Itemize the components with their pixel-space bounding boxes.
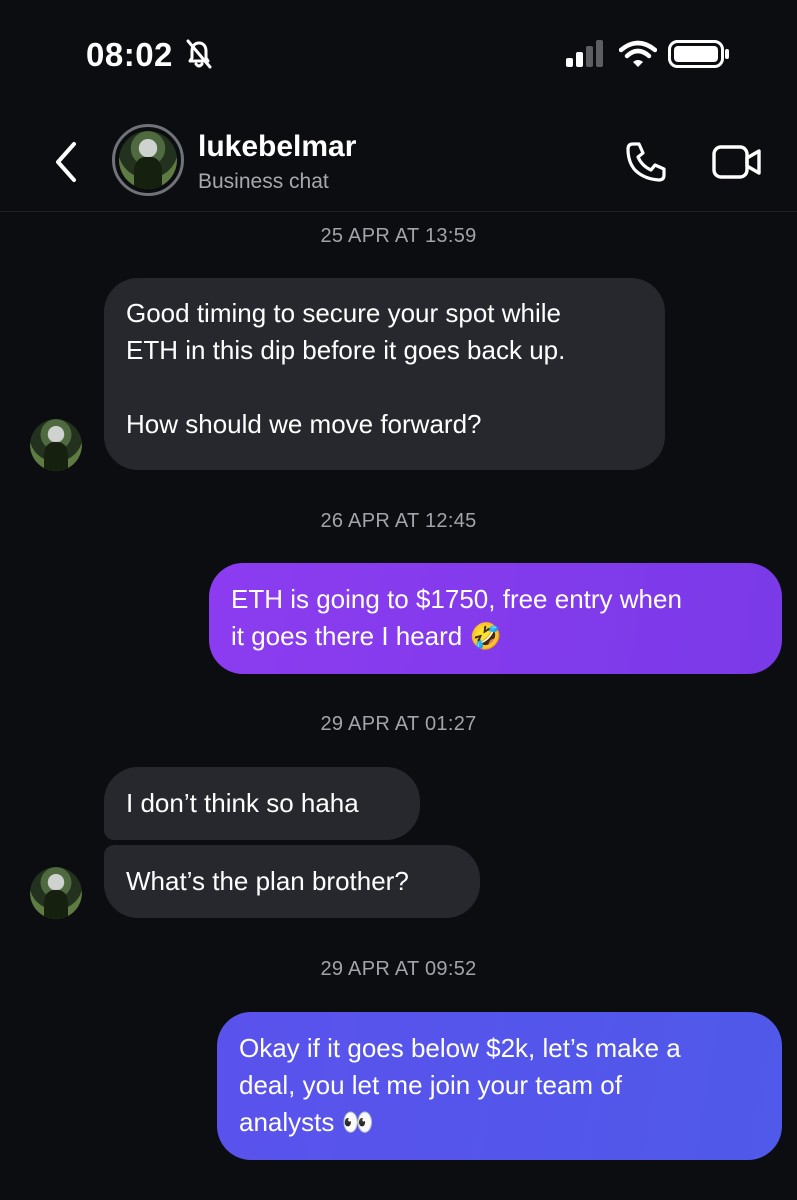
message-line: Okay if it goes below $2k, let’s make a xyxy=(239,1033,681,1063)
message-line: analysts 👀 xyxy=(239,1107,374,1138)
status-time: 08:02 xyxy=(86,36,173,73)
phone-icon[interactable] xyxy=(624,140,668,184)
timestamp: 25 APR AT 13:59 xyxy=(320,225,477,247)
rolling-laughing-emoji: 🤣 xyxy=(469,622,502,652)
chat-screen: 08:02 lukebelmar Business chat 25 APR AT… xyxy=(0,0,797,1200)
message-bubble-incoming[interactable]: What’s the plan brother? xyxy=(104,845,480,918)
battery-icon xyxy=(668,40,729,68)
cellular-signal-icon xyxy=(566,40,603,67)
message-line: What’s the plan brother? xyxy=(126,866,409,896)
message-bubble-outgoing[interactable]: ETH is going to $1750, free entry when i… xyxy=(209,563,782,674)
message-line: it goes there I heard 🤣 xyxy=(231,621,502,652)
contact-username[interactable]: lukebelmar xyxy=(198,130,356,164)
video-camera-icon[interactable] xyxy=(712,142,762,182)
message-bubble-outgoing[interactable]: Okay if it goes below $2k, let’s make a … xyxy=(217,1012,782,1160)
message-line: deal, you let me join your team of xyxy=(239,1070,622,1100)
timestamp: 26 APR AT 12:45 xyxy=(320,510,477,532)
profile-photo xyxy=(30,419,82,471)
chat-type-label: Business chat xyxy=(198,170,329,193)
message-line: How should we move forward? xyxy=(126,409,482,439)
wifi-icon xyxy=(619,40,657,67)
message-line: ETH in this dip before it goes back up. xyxy=(126,335,566,365)
message-line: I don’t think so haha xyxy=(126,788,359,818)
chat-header: lukebelmar Business chat xyxy=(0,112,797,212)
eyes-emoji: 👀 xyxy=(341,1108,374,1138)
avatar[interactable] xyxy=(30,419,82,471)
message-bubble-incoming[interactable]: I don’t think so haha xyxy=(104,767,420,840)
message-bubble-incoming[interactable]: Good timing to secure your spot while ET… xyxy=(104,278,665,470)
timestamp: 29 APR AT 09:52 xyxy=(320,958,477,980)
message-line: ETH is going to $1750, free entry when xyxy=(231,584,682,614)
profile-photo xyxy=(119,131,177,189)
avatar[interactable] xyxy=(112,124,184,196)
profile-photo xyxy=(30,867,82,919)
chevron-left-icon[interactable] xyxy=(48,138,84,186)
bell-slash-icon xyxy=(186,39,212,69)
status-bar: 08:02 xyxy=(0,0,797,110)
message-line: Good timing to secure your spot while xyxy=(126,298,561,328)
avatar[interactable] xyxy=(30,867,82,919)
timestamp: 29 APR AT 01:27 xyxy=(320,713,477,735)
